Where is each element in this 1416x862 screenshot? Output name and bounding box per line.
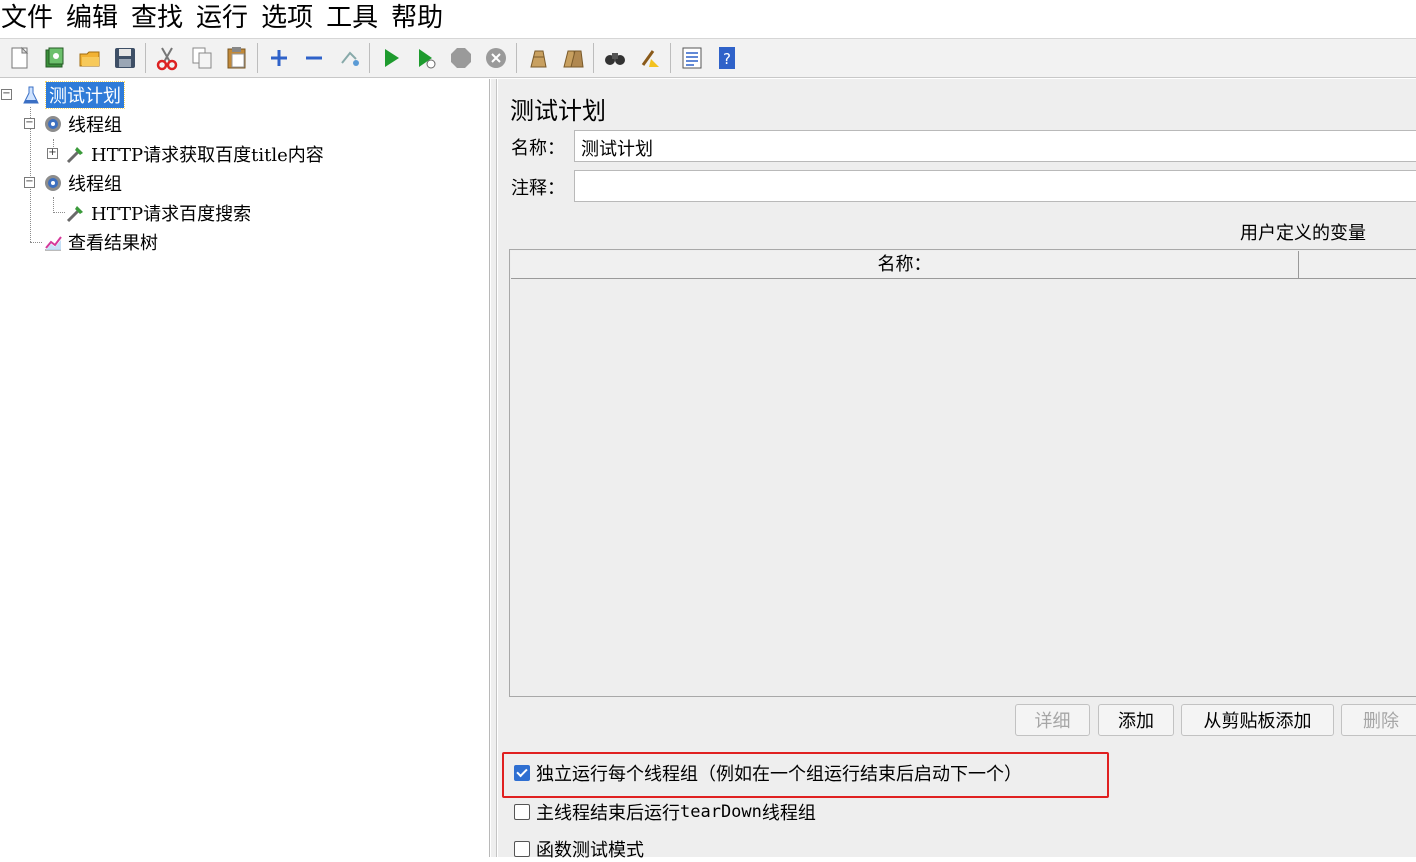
checkbox-label-code: tearDown: [680, 802, 762, 822]
tree-node-label: 查看结果树: [68, 233, 158, 254]
tree-node-label: 测试计划: [45, 81, 125, 109]
tree-node-label: 线程组: [68, 115, 122, 136]
checkbox-unchecked[interactable]: [514, 804, 530, 820]
checkbox-label: 独立运行每个线程组（例如在一个组运行结束后启动下一个）: [536, 764, 1022, 785]
tree-node-label: HTTP请求获取百度title内容: [91, 145, 324, 166]
stop-icon[interactable]: [444, 42, 477, 74]
table-header: 名称：: [511, 251, 1416, 279]
user-defined-variables-label: 用户定义的变量: [1240, 223, 1366, 244]
flask-icon: [20, 84, 42, 106]
chart-icon: [42, 231, 64, 253]
toolbar-separator: [593, 43, 594, 73]
toolbar-separator: [369, 43, 370, 73]
menu-file[interactable]: 文件: [0, 1, 61, 35]
collapse-icon[interactable]: [297, 42, 330, 74]
checkbox-unchecked[interactable]: [514, 841, 530, 857]
tree-node-http-sampler[interactable]: HTTP请求获取百度title内容: [65, 140, 324, 168]
search-icon[interactable]: [598, 42, 631, 74]
function-helper-icon[interactable]: [675, 42, 708, 74]
templates-icon[interactable]: [38, 42, 71, 74]
expand-icon[interactable]: [262, 42, 295, 74]
split-pane-divider[interactable]: [491, 79, 497, 857]
toolbar-separator: [670, 43, 671, 73]
comment-label: 注释：: [511, 178, 565, 199]
pipette-icon: [65, 143, 87, 165]
page-title: 测试计划: [510, 97, 606, 125]
teardown-on-shutdown-checkbox[interactable]: 主线程结束后运行 tearDown 线程组: [514, 799, 816, 825]
detail-button[interactable]: 详细: [1015, 704, 1090, 736]
comment-field[interactable]: [574, 170, 1416, 202]
tree-connector: [53, 197, 54, 213]
checkbox-label: 函数测试模式: [536, 840, 644, 861]
menu-bar: 文件 编辑 查找 运行 选项 工具 帮助: [0, 0, 1416, 36]
checkbox-label-suffix: 线程组: [761, 803, 816, 824]
menu-options[interactable]: 选项: [260, 1, 321, 35]
gear-icon: [42, 172, 64, 194]
add-from-clipboard-button[interactable]: 从剪贴板添加: [1181, 704, 1334, 736]
expand-toggle[interactable]: +: [47, 148, 58, 159]
variables-table[interactable]: 名称：: [509, 249, 1416, 697]
functional-test-mode-checkbox[interactable]: 函数测试模式: [514, 836, 644, 862]
tree-node-results-tree[interactable]: 查看结果树: [42, 228, 158, 256]
delete-button[interactable]: 删除: [1341, 704, 1416, 736]
toolbar: ?: [0, 38, 1416, 78]
tree-node-label: 线程组: [68, 174, 122, 195]
name-field[interactable]: 测试计划: [574, 130, 1416, 162]
menu-help[interactable]: 帮助: [390, 1, 451, 35]
add-button[interactable]: 添加: [1098, 704, 1174, 736]
paste-icon[interactable]: [220, 42, 253, 74]
toolbar-separator: [257, 43, 258, 73]
reset-search-icon[interactable]: [633, 42, 666, 74]
tree-connector: [53, 212, 65, 213]
help-icon[interactable]: ?: [710, 42, 743, 74]
menu-run[interactable]: 运行: [195, 1, 256, 35]
shutdown-icon[interactable]: [479, 42, 512, 74]
checkbox-checked[interactable]: [514, 765, 530, 781]
toggle-icon[interactable]: [332, 42, 365, 74]
collapse-toggle[interactable]: −: [1, 89, 12, 100]
start-no-pause-icon[interactable]: [409, 42, 442, 74]
start-icon[interactable]: [374, 42, 407, 74]
save-icon[interactable]: [108, 42, 141, 74]
test-plan-panel: 测试计划 名称： 测试计划 注释： 用户定义的变量 名称： 详细 添加 从剪贴板…: [498, 79, 1416, 861]
menu-tools[interactable]: 工具: [325, 1, 386, 35]
new-icon[interactable]: [3, 42, 36, 74]
toolbar-separator: [145, 43, 146, 73]
svg-text:?: ?: [723, 50, 731, 68]
copy-icon[interactable]: [185, 42, 218, 74]
tree-node-http-sampler[interactable]: HTTP请求百度搜索: [65, 199, 251, 227]
clear-icon[interactable]: [521, 42, 554, 74]
clear-all-icon[interactable]: [556, 42, 589, 74]
gear-icon: [42, 113, 64, 135]
tree-node-thread-group[interactable]: 线程组: [42, 169, 122, 197]
test-plan-tree: − − + − 测试计划 线程组 HTTP请求获取百度title内容 线程组 H…: [0, 79, 490, 857]
column-header-name[interactable]: 名称：: [511, 251, 1299, 278]
collapse-toggle[interactable]: −: [24, 177, 35, 188]
open-icon[interactable]: [73, 42, 106, 74]
pipette-icon: [65, 202, 87, 224]
cut-icon[interactable]: [150, 42, 183, 74]
tree-node-test-plan[interactable]: 测试计划: [20, 81, 125, 109]
collapse-toggle[interactable]: −: [24, 118, 35, 129]
tree-connector: [30, 242, 42, 243]
name-label: 名称：: [511, 138, 565, 159]
tree-node-thread-group[interactable]: 线程组: [42, 110, 122, 138]
menu-edit[interactable]: 编辑: [65, 1, 126, 35]
serialize-thread-groups-checkbox[interactable]: 独立运行每个线程组（例如在一个组运行结束后启动下一个）: [514, 760, 1022, 786]
checkbox-label: 主线程结束后运行: [536, 803, 680, 824]
toolbar-separator: [516, 43, 517, 73]
menu-search[interactable]: 查找: [130, 1, 191, 35]
tree-node-label: HTTP请求百度搜索: [91, 204, 252, 225]
